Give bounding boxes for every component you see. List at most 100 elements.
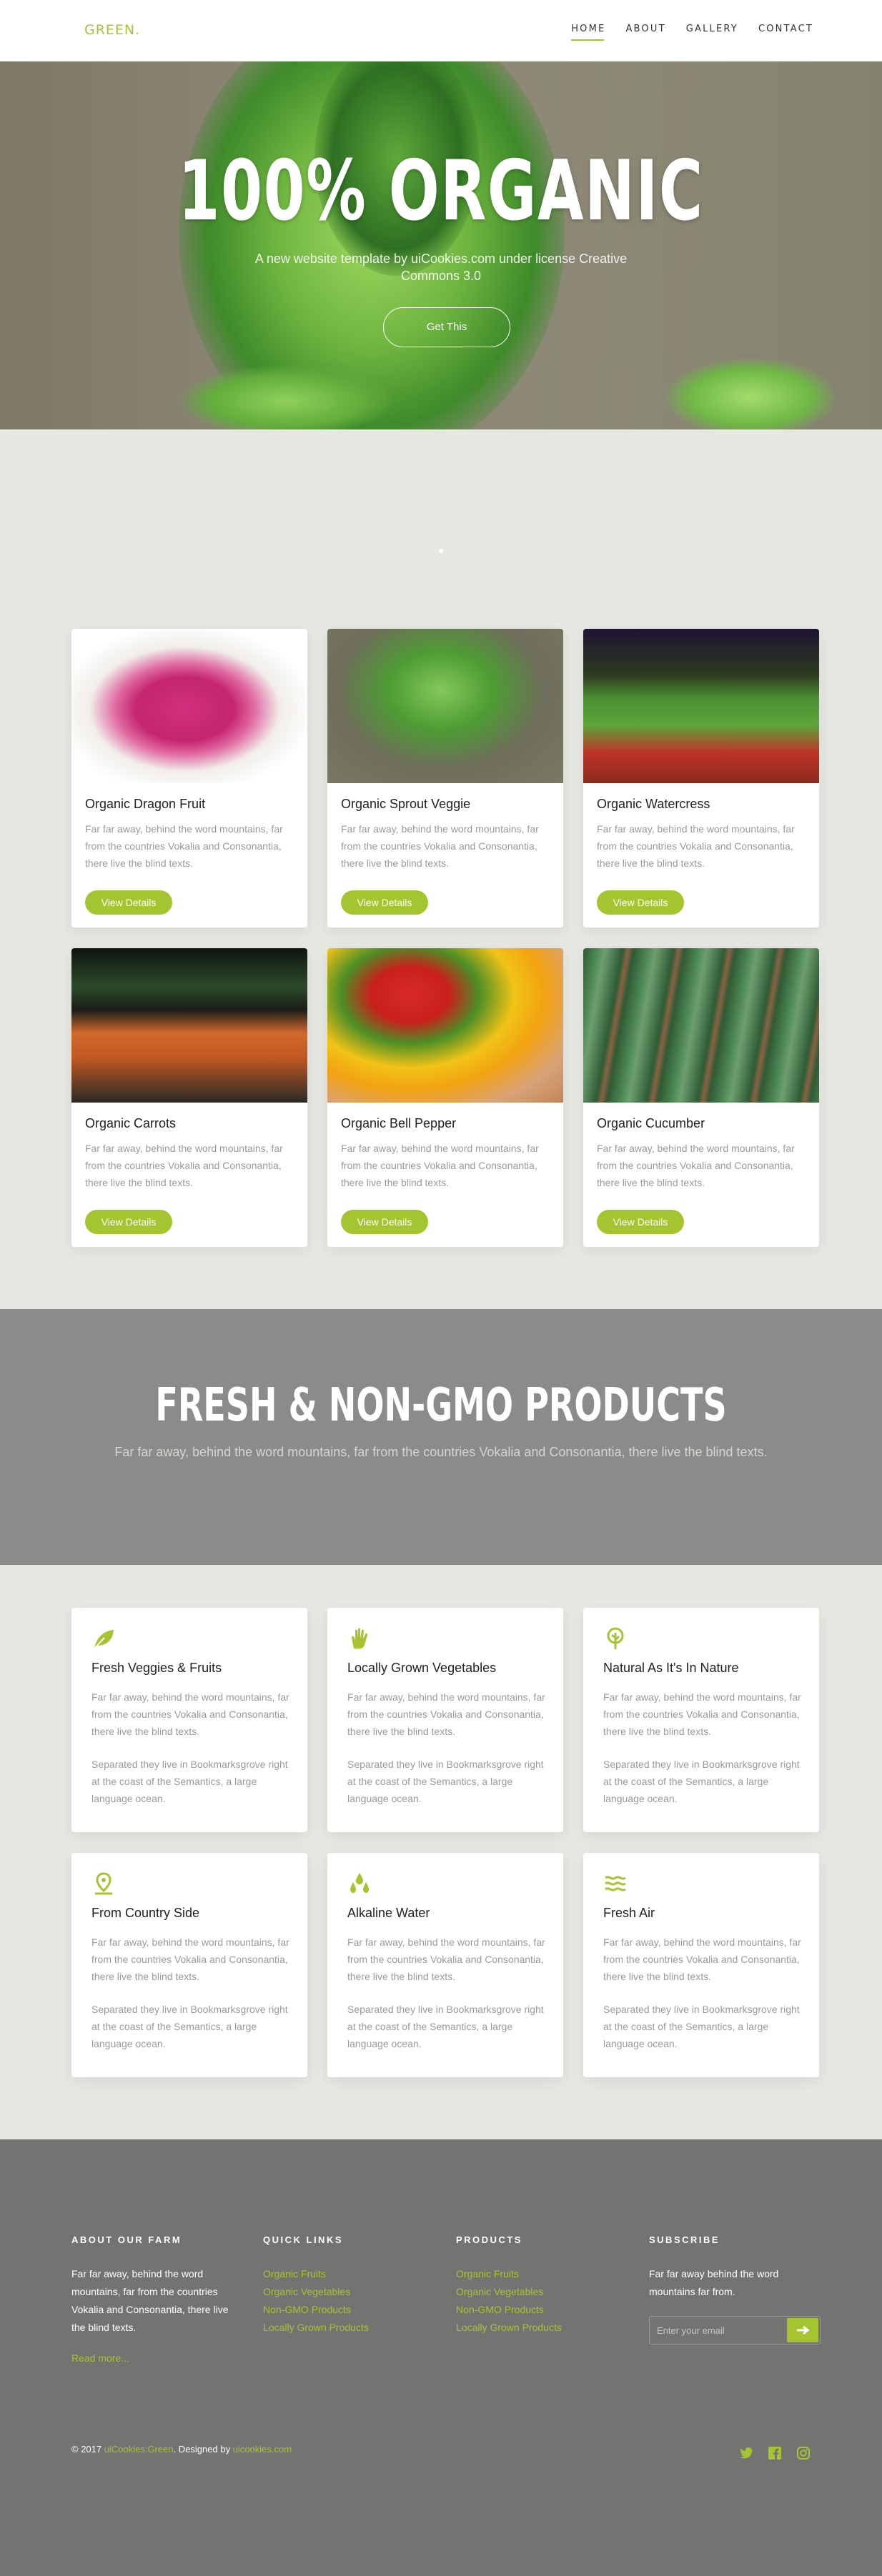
feature-title: From Country Side xyxy=(91,1906,200,1920)
products-links-list: Organic Fruits Organic Vegetables Non-GM… xyxy=(456,2265,562,2337)
product-title[interactable]: Organic Carrots xyxy=(85,1116,176,1131)
feature-text: Far far away, behind the word mountains,… xyxy=(91,1691,289,1737)
product-link[interactable]: Locally Grown Products xyxy=(456,2319,562,2337)
product-card: Organic Watercress Far far away, behind … xyxy=(583,629,819,928)
footer-about-heading: ABOUT OUR FARM xyxy=(71,2234,182,2245)
product-title[interactable]: Organic Cucumber xyxy=(597,1116,705,1131)
feature-text: Far far away, behind the word mountains,… xyxy=(347,1936,545,1982)
copyright: © 2017 uiCookies:Green. Designed by uico… xyxy=(71,2444,292,2455)
quick-link[interactable]: Non-GMO Products xyxy=(263,2301,369,2319)
product-link[interactable]: Non-GMO Products xyxy=(456,2301,562,2319)
feature-text: Far far away, behind the word mountains,… xyxy=(603,1936,801,1982)
subscribe-button[interactable] xyxy=(787,2318,818,2342)
quick-links-list: Organic Fruits Organic Vegetables Non-GM… xyxy=(263,2265,369,2337)
feature-text-secondary: Separated they live in Bookmarksgrove ri… xyxy=(347,1759,544,1804)
band-subtitle: Far far away, behind the word mountains,… xyxy=(114,1445,768,1459)
product-card: Organic Carrots Far far away, behind the… xyxy=(71,948,307,1247)
feature-title: Locally Grown Vegetables xyxy=(347,1661,497,1675)
feature-text-secondary: Separated they live in Bookmarksgrove ri… xyxy=(91,2004,288,2049)
feature-card: Alkaline Water Far far away, behind the … xyxy=(327,1853,563,2077)
product-title[interactable]: Organic Watercress xyxy=(597,797,710,812)
product-description: Far far away, behind the word mountains,… xyxy=(341,823,539,869)
product-image-cucumber[interactable] xyxy=(583,948,819,1103)
feature-card: Fresh Veggies & Fruits Far far away, beh… xyxy=(71,1608,307,1832)
instagram-icon[interactable] xyxy=(796,2446,811,2460)
arrow-right-icon xyxy=(797,2325,810,2335)
feature-text-secondary: Separated they live in Bookmarksgrove ri… xyxy=(603,2004,800,2049)
view-details-button[interactable]: View Details xyxy=(597,890,684,915)
slider-dot[interactable] xyxy=(439,549,443,553)
top-navbar: GREEN. HOME ABOUT GALLERY CONTACT xyxy=(0,0,882,61)
feature-card: Natural As It's In Nature Far far away, … xyxy=(583,1608,819,1832)
product-image-sprout[interactable] xyxy=(327,629,563,783)
view-details-button[interactable]: View Details xyxy=(85,1210,172,1234)
product-card: Organic Sprout Veggie Far far away, behi… xyxy=(327,629,563,928)
nav-gallery[interactable]: GALLERY xyxy=(686,24,738,41)
facebook-icon[interactable] xyxy=(768,2446,782,2460)
product-image-watercress[interactable] xyxy=(583,629,819,783)
email-input[interactable] xyxy=(650,2317,786,2344)
band-title: FRESH & NON-GMO PRODUCTS xyxy=(155,1379,727,1432)
quick-link[interactable]: Organic Fruits xyxy=(263,2265,369,2283)
view-details-button[interactable]: View Details xyxy=(341,890,428,915)
leaf-icon xyxy=(94,1630,114,1649)
brand-link[interactable]: uiCookies:Green xyxy=(104,2444,174,2455)
feature-card: Fresh Air Far far away, behind the word … xyxy=(583,1853,819,2077)
hand-icon xyxy=(352,1628,368,1648)
feature-title: Natural As It's In Nature xyxy=(603,1661,739,1675)
wind-icon xyxy=(605,1876,626,1891)
product-image-dragon-fruit[interactable] xyxy=(71,629,307,783)
product-image-bell-pepper[interactable] xyxy=(327,948,563,1103)
main-menu: HOME ABOUT GALLERY CONTACT xyxy=(551,24,813,41)
hero-subtitle: A new website template by uiCookies.com … xyxy=(254,252,628,283)
product-description: Far far away, behind the word mountains,… xyxy=(597,1143,795,1188)
feature-text-secondary: Separated they live in Bookmarksgrove ri… xyxy=(603,1759,800,1804)
product-card: Organic Dragon Fruit Far far away, behin… xyxy=(71,629,307,928)
footer-quick-links-heading: QUICK LINKS xyxy=(263,2234,343,2245)
site-footer xyxy=(0,2139,882,2576)
hero-banner xyxy=(0,61,882,429)
feature-title: Alkaline Water xyxy=(347,1906,430,1920)
product-description: Far far away, behind the word mountains,… xyxy=(85,823,283,869)
designer-link[interactable]: uicookies.com xyxy=(233,2444,292,2455)
fresh-products-band xyxy=(0,1309,882,1565)
twitter-icon[interactable] xyxy=(739,2446,753,2460)
product-image-carrots[interactable] xyxy=(71,948,307,1103)
product-title[interactable]: Organic Sprout Veggie xyxy=(341,797,470,812)
nav-home[interactable]: HOME xyxy=(571,24,605,41)
nav-contact[interactable]: CONTACT xyxy=(758,24,813,41)
quick-link[interactable]: Locally Grown Products xyxy=(263,2319,369,2337)
view-details-button[interactable]: View Details xyxy=(597,1210,684,1234)
tree-icon xyxy=(607,1627,624,1649)
feature-text: Far far away, behind the word mountains,… xyxy=(603,1691,801,1737)
product-link[interactable]: Organic Fruits xyxy=(456,2265,562,2283)
copyright-year: © 2017 xyxy=(71,2444,102,2455)
product-link[interactable]: Organic Vegetables xyxy=(456,2283,562,2301)
site-logo[interactable]: GREEN. xyxy=(84,22,140,38)
get-this-button[interactable]: Get This xyxy=(383,307,510,347)
hero-leaf-left xyxy=(179,365,393,429)
view-details-button[interactable]: View Details xyxy=(85,890,172,915)
read-more-link[interactable]: Read more... xyxy=(71,2352,129,2364)
feature-text: Far far away, behind the word mountains,… xyxy=(91,1936,289,1982)
view-details-button[interactable]: View Details xyxy=(341,1210,428,1234)
water-drops-icon xyxy=(350,1873,369,1893)
feature-card: From Country Side Far far away, behind t… xyxy=(71,1853,307,2077)
copyright-middle: . Designed by xyxy=(173,2444,231,2455)
quick-link[interactable]: Organic Vegetables xyxy=(263,2283,369,2301)
hero-leaf-right xyxy=(665,358,836,429)
footer-subscribe-text: Far far away behind the word mountains f… xyxy=(649,2268,779,2297)
footer-products-heading: PRODUCTS xyxy=(456,2234,522,2245)
feature-card: Locally Grown Vegetables Far far away, b… xyxy=(327,1608,563,1832)
nav-about[interactable]: ABOUT xyxy=(625,24,665,41)
feature-title: Fresh Air xyxy=(603,1906,655,1920)
product-title[interactable]: Organic Dragon Fruit xyxy=(85,797,205,812)
footer-about-text: Far far away, behind the word mountains,… xyxy=(71,2268,229,2333)
feature-text-secondary: Separated they live in Bookmarksgrove ri… xyxy=(347,2004,544,2049)
product-card: Organic Bell Pepper Far far away, behind… xyxy=(327,948,563,1247)
product-description: Far far away, behind the word mountains,… xyxy=(597,823,795,869)
subscribe-form xyxy=(649,2316,821,2344)
product-title[interactable]: Organic Bell Pepper xyxy=(341,1116,456,1131)
hero-title: 100% ORGANIC xyxy=(178,143,704,239)
product-card: Organic Cucumber Far far away, behind th… xyxy=(583,948,819,1247)
